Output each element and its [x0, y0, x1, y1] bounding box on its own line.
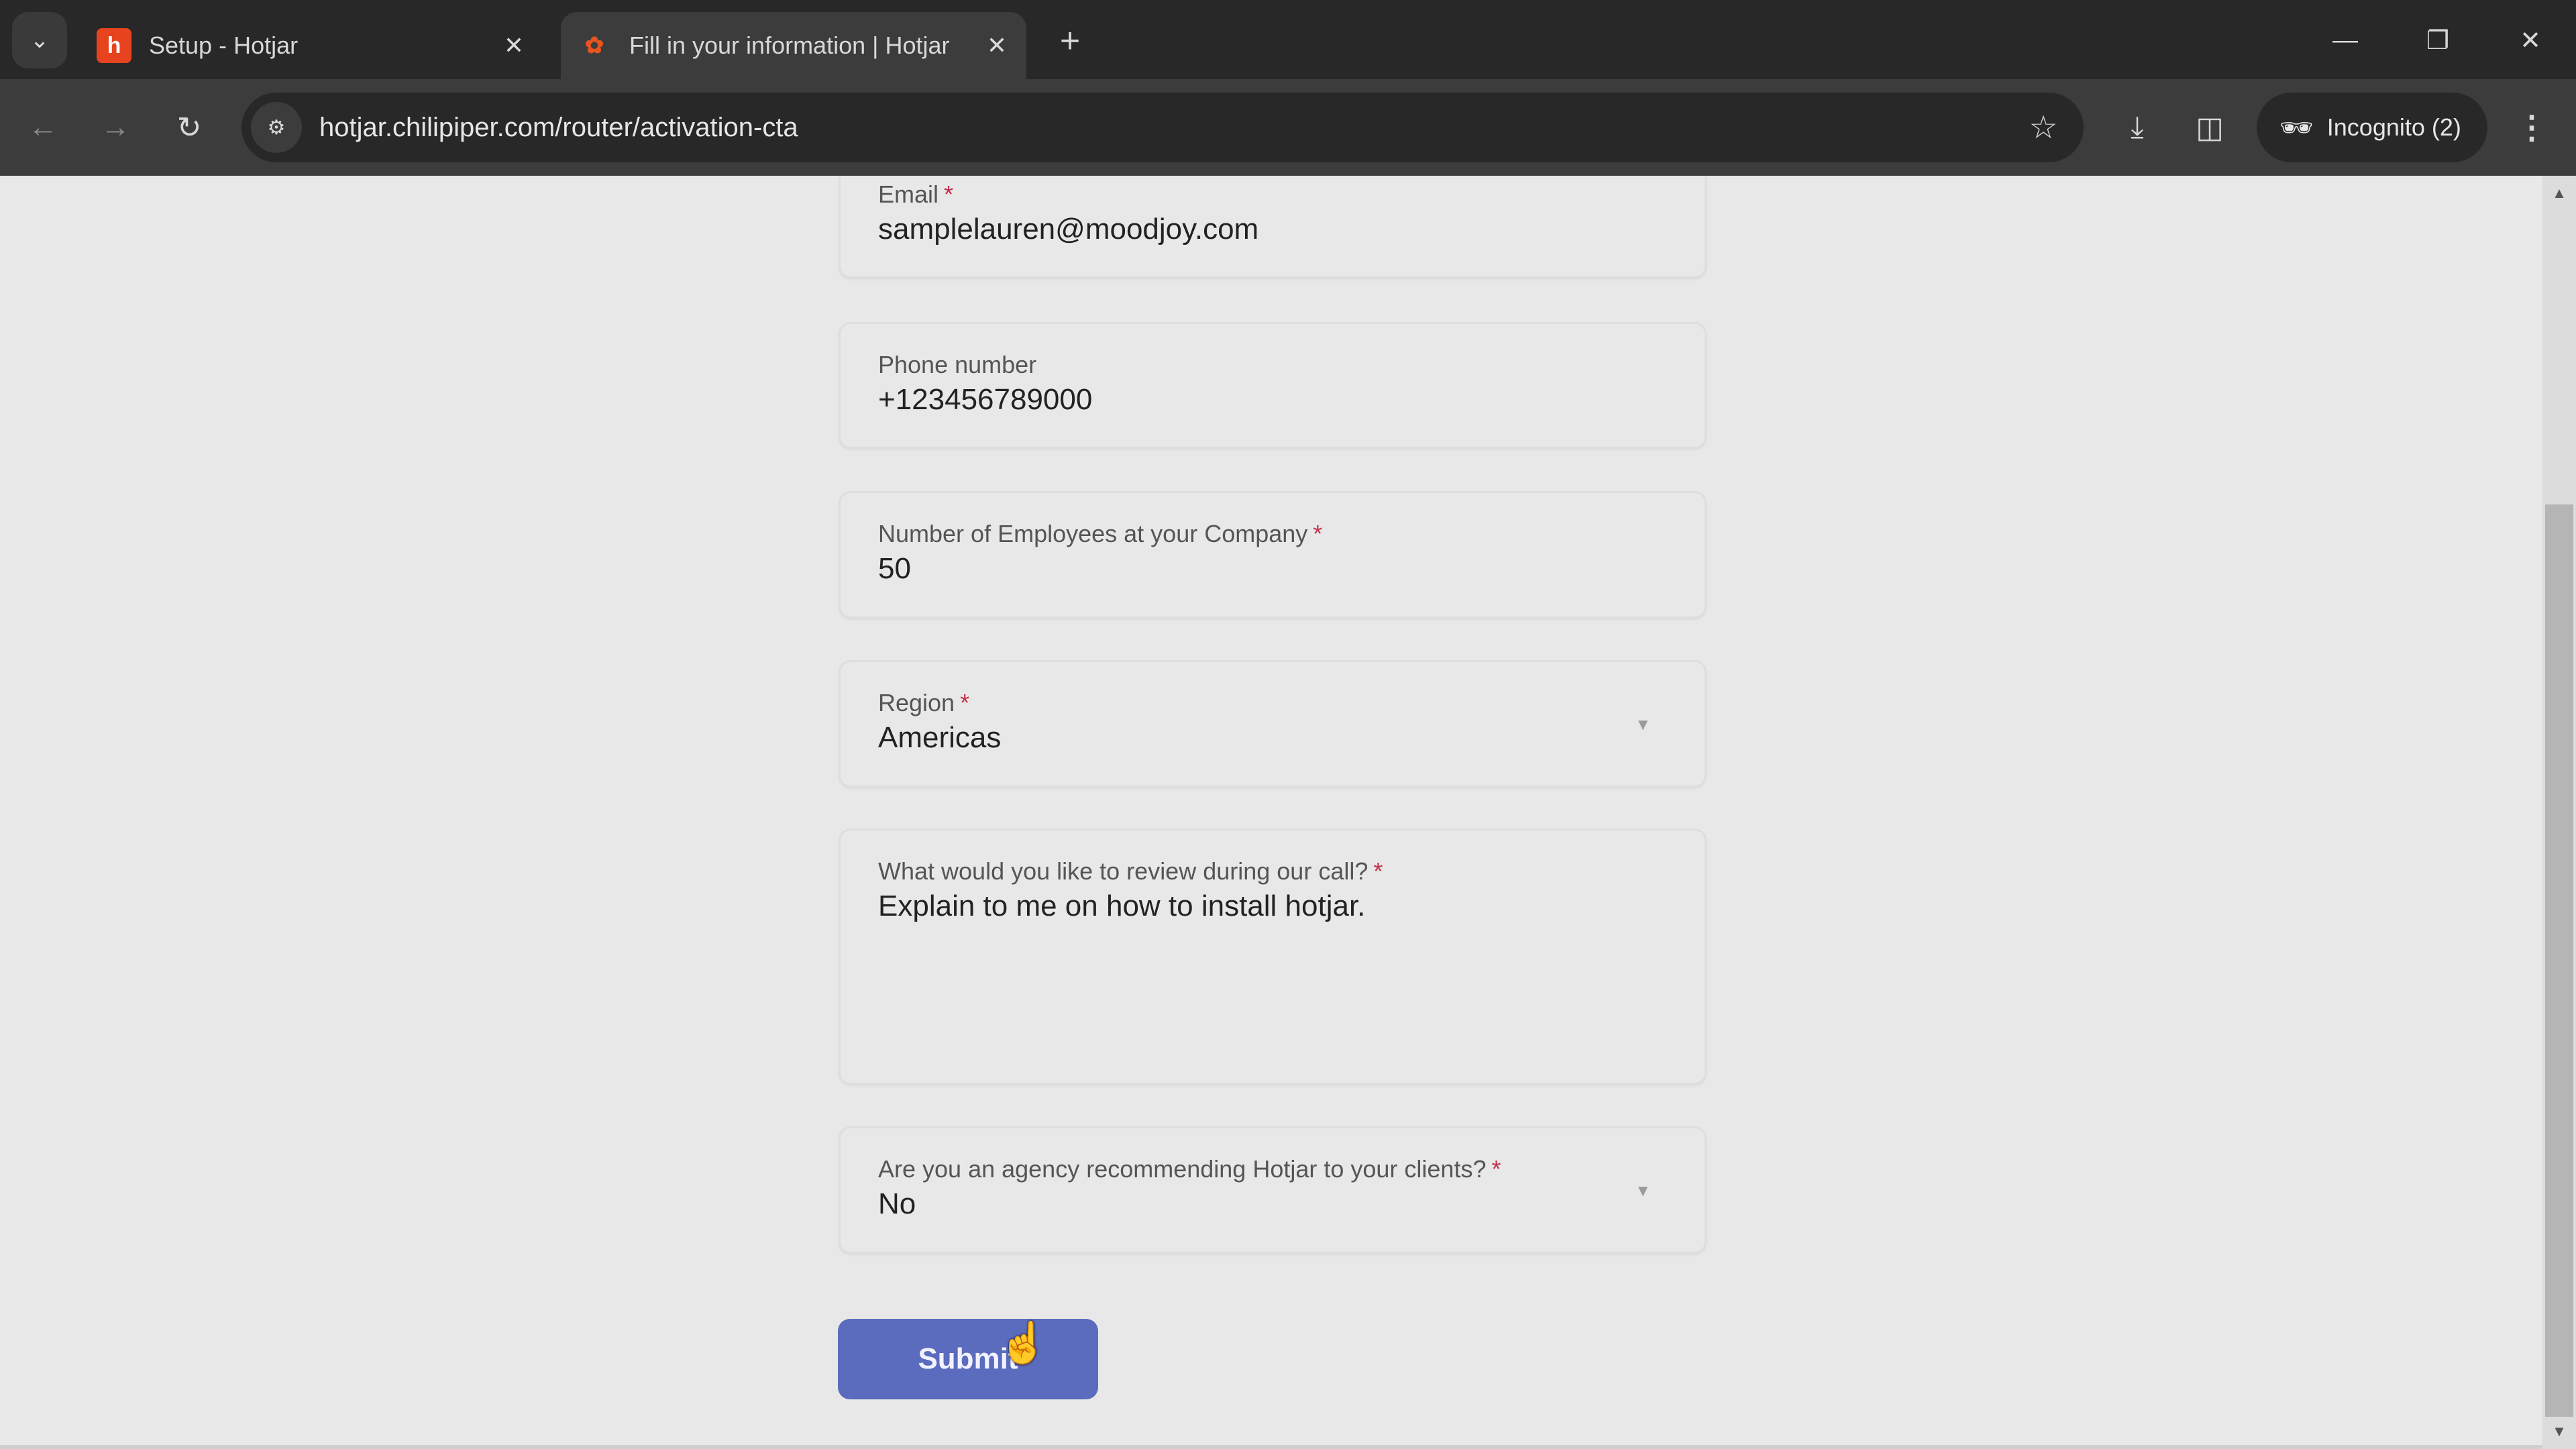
field-label: Region * — [878, 689, 970, 716]
field-label: Phone number — [878, 351, 1037, 378]
hotjar-logo-icon: h — [97, 28, 131, 63]
required-marker: * — [1373, 857, 1383, 885]
page-scrollbar[interactable]: ▲ ▼ — [2542, 176, 2576, 1449]
required-marker: * — [1313, 520, 1323, 547]
incognito-icon: 🕶 — [2279, 113, 2314, 143]
scroll-up-arrow-icon[interactable]: ▲ — [2542, 180, 2576, 207]
reload-icon: ↻ — [176, 111, 202, 144]
employees-field[interactable]: Number of Employees at your Company * 50 — [839, 491, 1707, 619]
incognito-indicator[interactable]: 🕶 Incognito (2) — [2257, 93, 2487, 162]
minimize-button[interactable]: — — [2312, 13, 2379, 67]
field-label: What would you like to review during our… — [878, 857, 1383, 885]
field-label: Email * — [878, 180, 954, 208]
dropdown-arrow-icon[interactable]: ▼ — [1635, 716, 1651, 735]
browser-menu-button[interactable]: ⋮ — [2506, 102, 2557, 153]
agency-select[interactable]: Are you an agency recommending Hotjar to… — [839, 1126, 1707, 1254]
back-button[interactable]: ← — [17, 102, 68, 153]
scroll-down-arrow-icon[interactable]: ▼ — [2542, 1418, 2576, 1445]
field-value[interactable]: samplelauren@moodjoy.com — [878, 213, 1258, 246]
tab-close-icon[interactable]: ✕ — [977, 32, 1017, 60]
download-icon: ⤓ — [2131, 111, 2144, 144]
horizontal-divider — [0, 1445, 2542, 1449]
arrow-left-icon: ← — [28, 111, 58, 144]
tab-fill-in-information[interactable]: ✿ Fill in your information | Hotjar ✕ — [561, 12, 1026, 79]
tab-title: Setup - Hotjar — [149, 32, 299, 59]
more-vertical-icon: ⋮ — [2516, 110, 2548, 146]
field-value[interactable]: 50 — [878, 552, 911, 586]
browser-toolbar: ← → ↻ ⚙ hotjar.chilipiper.com/router/act… — [0, 79, 2576, 176]
field-value[interactable]: Americas — [878, 721, 1001, 755]
reload-button[interactable]: ↻ — [164, 102, 215, 153]
tab-close-icon[interactable]: ✕ — [494, 32, 534, 60]
review-topic-textarea[interactable]: What would you like to review during our… — [839, 828, 1707, 1085]
required-marker: * — [944, 180, 954, 208]
required-marker: * — [1491, 1155, 1501, 1183]
scrollbar-thumb[interactable] — [2545, 504, 2573, 1417]
forward-button[interactable]: → — [90, 102, 141, 153]
page-content: Email * samplelauren@moodjoy.com Phone nu… — [0, 176, 2542, 1449]
chilipiper-logo-icon: ✿ — [584, 33, 604, 58]
submit-button[interactable]: Submit — [838, 1319, 1098, 1399]
side-panel-icon: ◫ — [2196, 111, 2224, 144]
restore-icon: ❐ — [2426, 26, 2450, 55]
chevron-down-icon: ⌄ — [30, 28, 50, 53]
field-label: Number of Employees at your Company * — [878, 520, 1323, 547]
field-value[interactable]: Explain to me on how to install hotjar. — [878, 890, 1365, 923]
field-label: Are you an agency recommending Hotjar to… — [878, 1155, 1501, 1183]
site-settings-icon[interactable]: ⚙ — [251, 102, 302, 153]
side-panel-button[interactable]: ◫ — [2184, 102, 2235, 153]
new-tab-button[interactable]: + — [1046, 17, 1093, 64]
hand-cursor-icon: ☝ — [998, 1320, 1049, 1365]
field-value[interactable]: No — [878, 1187, 916, 1221]
incognito-label: Incognito (2) — [2326, 113, 2461, 141]
phone-number-field[interactable]: Phone number +123456789000 — [839, 322, 1707, 449]
email-field[interactable]: Email * samplelauren@moodjoy.com — [839, 176, 1707, 278]
minimize-icon: — — [2332, 25, 2358, 54]
dropdown-arrow-icon[interactable]: ▼ — [1635, 1182, 1651, 1201]
region-select[interactable]: Region * Americas ▼ — [839, 660, 1707, 788]
url-text[interactable]: hotjar.chilipiper.com/router/activation-… — [319, 113, 2017, 143]
downloads-button[interactable]: ⤓ — [2112, 102, 2163, 153]
plus-icon: + — [1059, 21, 1081, 60]
address-bar[interactable]: ⚙ hotjar.chilipiper.com/router/activatio… — [241, 93, 2084, 162]
close-window-button[interactable]: ✕ — [2497, 13, 2564, 67]
required-marker: * — [960, 689, 970, 716]
browser-tab-strip: ⌄ h Setup - Hotjar ✕ ✿ Fill in your info… — [0, 0, 2576, 79]
tab-setup-hotjar[interactable]: h Setup - Hotjar ✕ — [87, 12, 543, 79]
tab-search-button[interactable]: ⌄ — [12, 12, 67, 68]
bookmark-star-icon[interactable]: ☆ — [2017, 109, 2070, 146]
arrow-right-icon: → — [101, 111, 130, 144]
restore-button[interactable]: ❐ — [2404, 13, 2471, 67]
tab-title: Fill in your information | Hotjar — [629, 32, 950, 59]
field-value[interactable]: +123456789000 — [878, 383, 1092, 417]
close-icon: ✕ — [2520, 26, 2541, 55]
